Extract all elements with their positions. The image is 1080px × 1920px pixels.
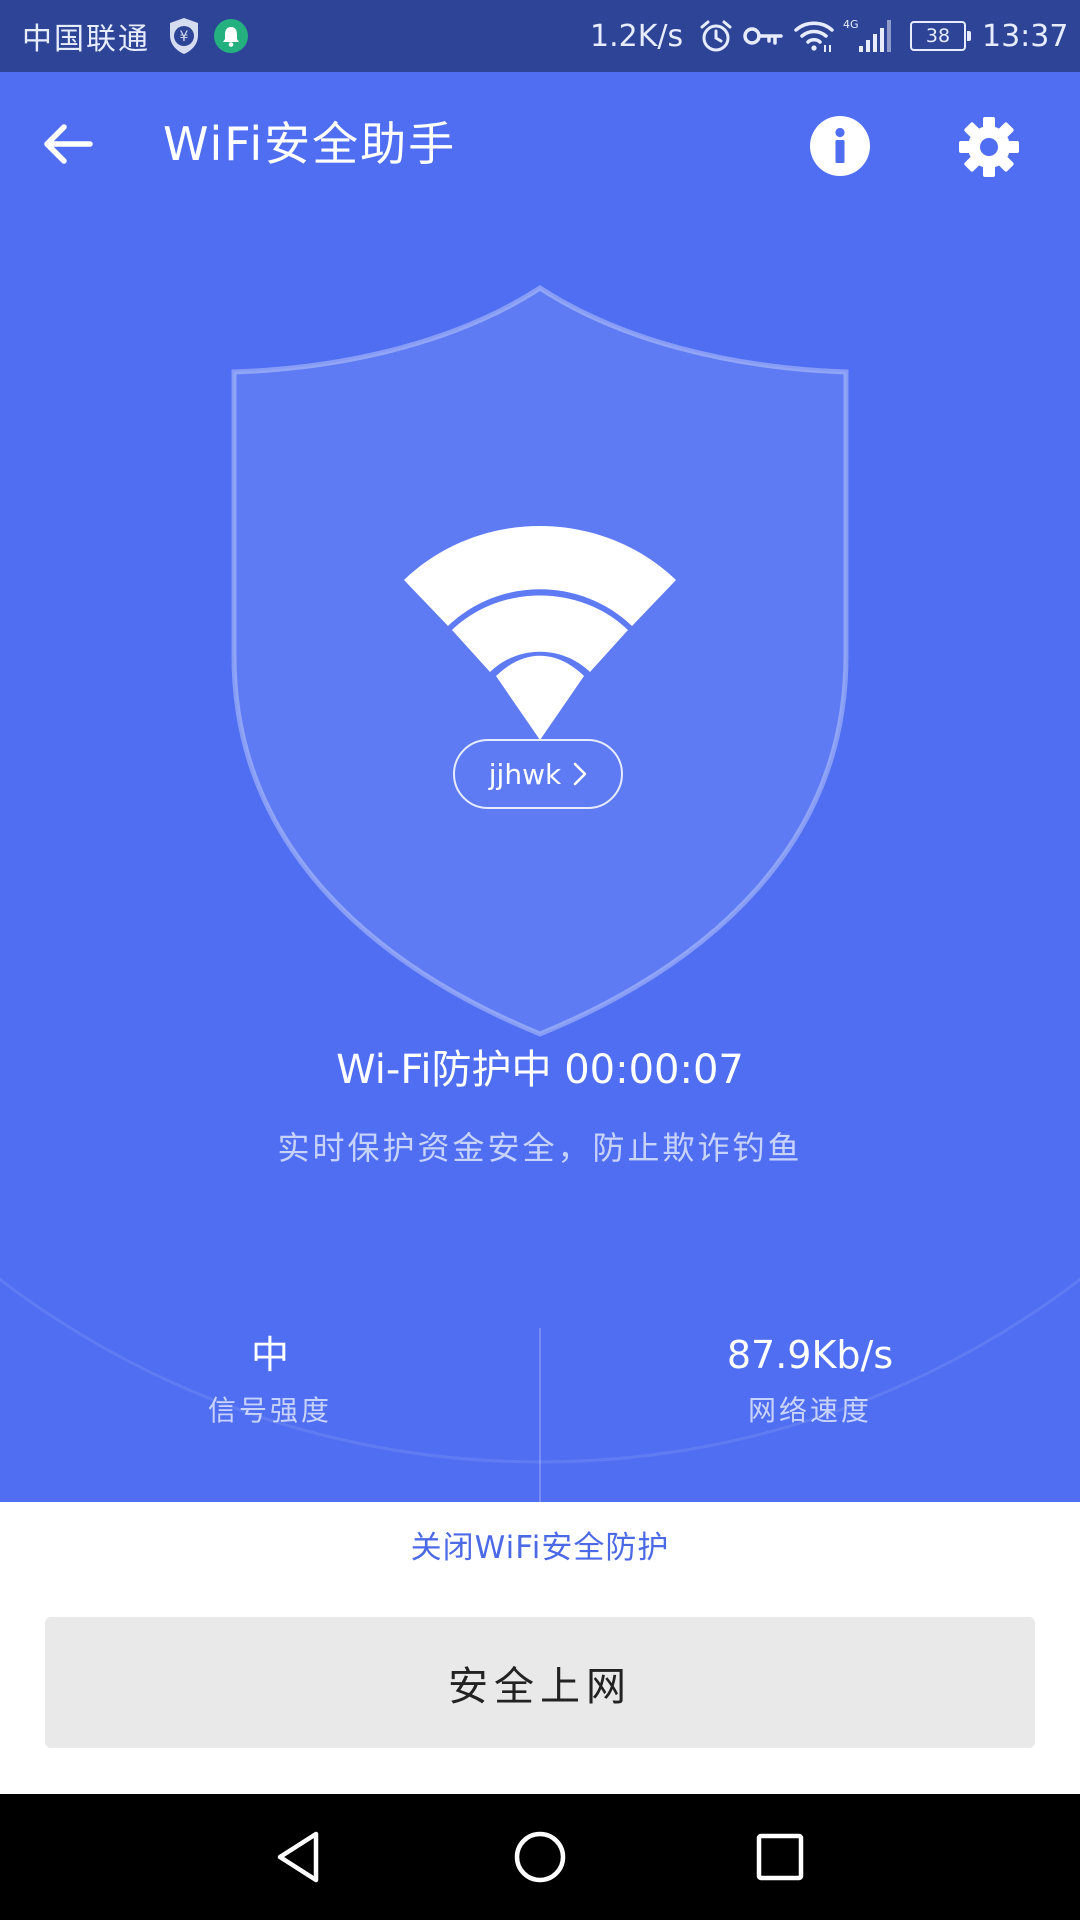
back-button[interactable]	[30, 110, 106, 178]
nav-back-button[interactable]	[263, 1822, 333, 1892]
clock: 13:37	[982, 18, 1069, 54]
nav-back-icon	[277, 1831, 319, 1883]
protection-status: Wi-Fi防护中 00:00:07	[336, 1047, 744, 1093]
nav-recents-icon	[756, 1833, 804, 1881]
signal-strength-stat: 中 信号强度	[0, 1330, 540, 1430]
network-speed-value: 87.9Kb/s	[726, 1333, 894, 1377]
close-protection-link[interactable]: 关闭WiFi安全防护	[0, 1522, 1080, 1574]
network-name: jjhwk	[488, 757, 562, 791]
signal-strength-label: 信号强度	[207, 1394, 332, 1427]
svg-text:¥: ¥	[180, 29, 189, 45]
main-panel: WiFi安全助手 jjhwk Wi-Fi防护中 00:00:07 实时保护资金安…	[0, 72, 1080, 1502]
navigation-bar	[0, 1794, 1080, 1920]
network-speed-label: 网络速度	[747, 1394, 872, 1427]
protection-description: 实时保护资金安全，防止欺诈钓鱼	[277, 1129, 803, 1167]
status-bar: 中国联通 ¥ 1.2K/s 4G 38 13:37	[0, 0, 1080, 72]
carrier-name: 中国联通	[22, 22, 150, 57]
bell-icon	[213, 0, 249, 72]
settings-button[interactable]	[952, 110, 1026, 184]
network-name-chip[interactable]: jjhwk	[453, 739, 623, 809]
gear-icon	[959, 117, 1019, 177]
battery-level: 38	[910, 21, 971, 51]
network-speed-stat: 87.9Kb/s 网络速度	[540, 1330, 1080, 1430]
screen: 中国联通 ¥ 1.2K/s 4G 38 13:37 WiFi安全助手 jjhwk…	[0, 0, 1080, 1920]
alarm-icon	[698, 0, 734, 72]
back-arrow-icon	[44, 124, 93, 164]
nav-home-icon	[514, 1831, 566, 1883]
cell-signal-icon: 4G	[843, 0, 895, 72]
info-button[interactable]	[804, 110, 876, 182]
key-icon	[742, 0, 784, 72]
shield-graphic	[231, 285, 849, 1037]
safe-browse-button[interactable]: 安全上网	[45, 1617, 1035, 1748]
signal-strength-value: 中	[250, 1333, 289, 1377]
nav-recents-button[interactable]	[745, 1822, 815, 1892]
battery-indicator: 38	[910, 0, 971, 72]
wifi-icon	[793, 0, 835, 72]
info-icon	[810, 116, 870, 176]
net-speed: 1.2K/s	[590, 18, 684, 54]
network-type: 4G	[843, 18, 859, 31]
chevron-right-icon	[573, 762, 587, 786]
nav-home-button[interactable]	[505, 1822, 575, 1892]
page-title: WiFi安全助手	[163, 117, 457, 171]
shield-yuan-icon: ¥	[167, 0, 201, 72]
